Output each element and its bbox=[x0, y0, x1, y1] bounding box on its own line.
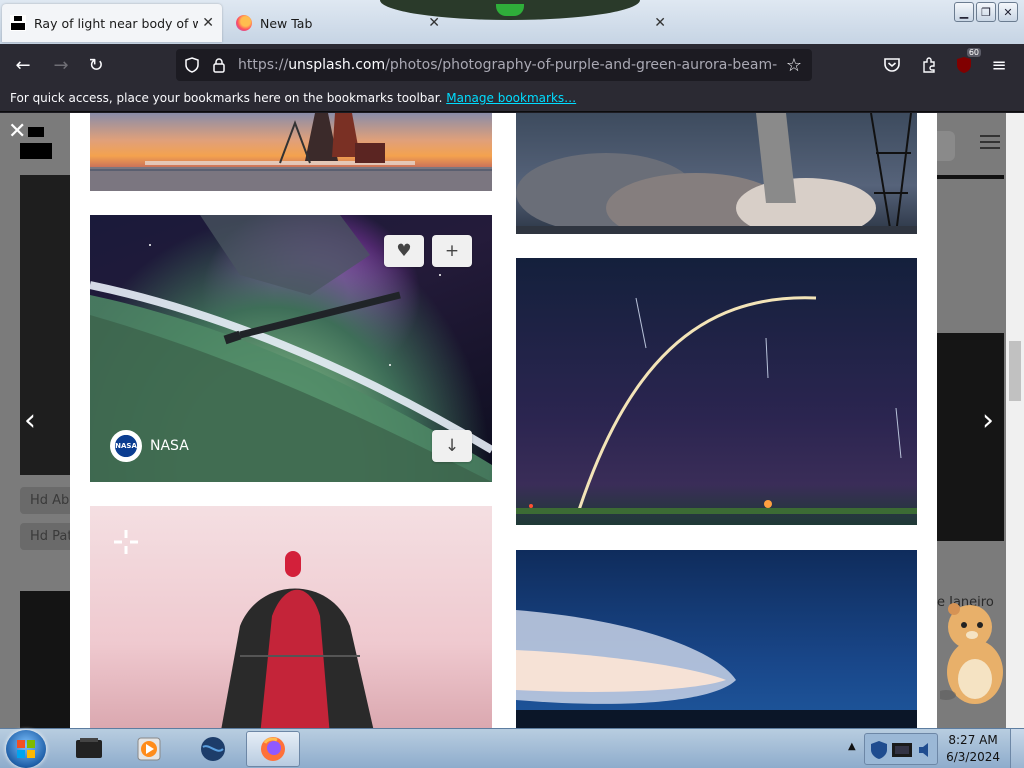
media-center-icon bbox=[76, 738, 102, 758]
minimize-icon[interactable]: ▁ bbox=[954, 2, 974, 22]
taskbar-firefox[interactable] bbox=[246, 731, 300, 767]
background-chip: Hd Ab bbox=[20, 487, 70, 514]
plus-icon: + bbox=[444, 241, 460, 261]
close-tab-icon[interactable]: ✕ bbox=[202, 15, 214, 31]
menu-hamburger-icon[interactable] bbox=[980, 135, 1000, 149]
address-bar[interactable]: https://unsplash.com/photos/photography-… bbox=[176, 49, 812, 81]
app-menu-icon[interactable]: ≡ bbox=[986, 52, 1012, 78]
tab-ray-of-light[interactable]: Ray of light near body of water ✕ bbox=[2, 4, 222, 42]
clock-time: 8:27 AM bbox=[948, 733, 998, 747]
bookmarks-message: For quick access, place your bookmarks h… bbox=[10, 91, 443, 105]
firefox-favicon-icon bbox=[236, 15, 252, 31]
clock-date: 6/3/2024 bbox=[946, 750, 1000, 764]
nasa-avatar: NASA bbox=[110, 430, 142, 462]
url-text[interactable]: https://unsplash.com/photos/photography-… bbox=[238, 57, 778, 73]
photo-launch-arc[interactable] bbox=[516, 258, 917, 525]
unsplash-logo-icon[interactable] bbox=[20, 127, 52, 159]
related-photos-modal: ♥ + NASA NASA ↓ bbox=[70, 113, 937, 728]
volume-icon[interactable] bbox=[917, 740, 935, 760]
navigation-toolbar: ← → ↻ https://unsplash.com/photos/photog… bbox=[0, 44, 1024, 86]
system-clock[interactable]: 8:27 AM 6/3/2024 bbox=[946, 732, 1000, 766]
network-monitor-icon[interactable] bbox=[891, 740, 913, 760]
photo-capsule[interactable] bbox=[90, 506, 492, 728]
system-tray: ▲ 8:27 AM 6/3/2024 bbox=[840, 729, 1024, 768]
bookmark-star-icon[interactable]: ☆ bbox=[784, 55, 804, 76]
close-tab-icon[interactable]: ✕ bbox=[654, 15, 666, 31]
ublock-extension-icon[interactable]: 60 bbox=[951, 48, 981, 78]
extension-badge: 60 bbox=[966, 48, 981, 57]
photo-rocket-smoke[interactable] bbox=[516, 113, 917, 234]
like-button[interactable]: ♥ bbox=[384, 235, 424, 267]
reload-icon[interactable]: ↻ bbox=[83, 52, 109, 78]
taskbar-media-player[interactable] bbox=[122, 731, 176, 767]
add-to-collection-button[interactable]: + bbox=[432, 235, 472, 267]
tracking-shield-icon[interactable] bbox=[182, 55, 202, 75]
photo-author[interactable]: NASA NASA bbox=[110, 430, 189, 462]
taskbar-media-center[interactable] bbox=[62, 731, 116, 767]
extensions-puzzle-icon[interactable] bbox=[916, 52, 942, 78]
unsplash-favicon-icon bbox=[10, 15, 26, 31]
taskbar-globe-app[interactable] bbox=[186, 731, 240, 767]
tab-title: Ray of light near body of water bbox=[34, 15, 198, 31]
tab-hidden[interactable]: ✕ bbox=[454, 4, 674, 42]
download-button[interactable]: ↓ bbox=[432, 430, 472, 462]
desktop: Ray of light near body of water ✕ New Ta… bbox=[0, 0, 1024, 768]
scrollbar-thumb[interactable] bbox=[1009, 341, 1021, 401]
restore-icon[interactable]: ❐ bbox=[976, 2, 996, 22]
url-scheme: https:// bbox=[238, 57, 289, 73]
security-shield-icon[interactable] bbox=[869, 740, 889, 760]
background-button bbox=[937, 131, 955, 161]
author-name: NASA bbox=[150, 438, 189, 454]
media-player-icon bbox=[137, 737, 161, 761]
loading-spinner-icon bbox=[114, 530, 138, 554]
tab-bar: Ray of light near body of water ✕ New Ta… bbox=[0, 0, 1024, 44]
tab-new-tab[interactable]: New Tab ✕ bbox=[228, 4, 448, 42]
tray-icons-group bbox=[864, 733, 938, 765]
url-host: unsplash.com bbox=[288, 57, 386, 73]
lock-icon[interactable] bbox=[209, 55, 229, 75]
pocket-icon[interactable] bbox=[879, 52, 905, 78]
forward-arrow-icon[interactable]: → bbox=[48, 52, 74, 78]
background-chip: Hd Pat bbox=[20, 523, 70, 550]
show-desktop-button[interactable] bbox=[1010, 729, 1024, 768]
background-photo bbox=[20, 591, 70, 728]
url-path: /photos/photography-of-purple-and-green-… bbox=[385, 57, 778, 73]
start-button[interactable] bbox=[6, 730, 46, 768]
taskbar: ▲ 8:27 AM 6/3/2024 bbox=[0, 728, 1024, 768]
back-arrow-icon[interactable]: ← bbox=[10, 52, 36, 78]
heart-icon: ♥ bbox=[396, 241, 412, 261]
photo-sunset-launchpad[interactable] bbox=[90, 113, 492, 191]
windows-logo-icon bbox=[17, 740, 35, 758]
firefox-icon bbox=[261, 737, 285, 761]
previous-photo-chevron-icon[interactable]: ‹ bbox=[24, 403, 36, 438]
close-tab-icon[interactable]: ✕ bbox=[428, 15, 440, 31]
window-controls: ▁ ❐ ✕ bbox=[954, 2, 1018, 22]
web-page: Hd Ab Hd Pat e Janeiro ✕ ‹ › ♥ + NASA NA… bbox=[0, 113, 1024, 728]
tab-title: New Tab bbox=[260, 15, 313, 31]
photo-launch-plume[interactable] bbox=[516, 550, 917, 728]
close-window-icon[interactable]: ✕ bbox=[998, 2, 1018, 22]
show-hidden-icons-icon[interactable]: ▲ bbox=[848, 741, 856, 752]
hamster-mascot-icon bbox=[940, 603, 1003, 704]
globe-icon bbox=[201, 737, 225, 761]
next-photo-chevron-icon[interactable]: › bbox=[982, 403, 994, 438]
manage-bookmarks-link[interactable]: Manage bookmarks… bbox=[446, 91, 576, 105]
photo-nasa-aurora[interactable]: ♥ + NASA NASA ↓ bbox=[90, 215, 492, 482]
download-arrow-icon: ↓ bbox=[444, 436, 460, 456]
background-divider bbox=[937, 175, 1004, 179]
bookmarks-toolbar: For quick access, place your bookmarks h… bbox=[0, 86, 1024, 112]
